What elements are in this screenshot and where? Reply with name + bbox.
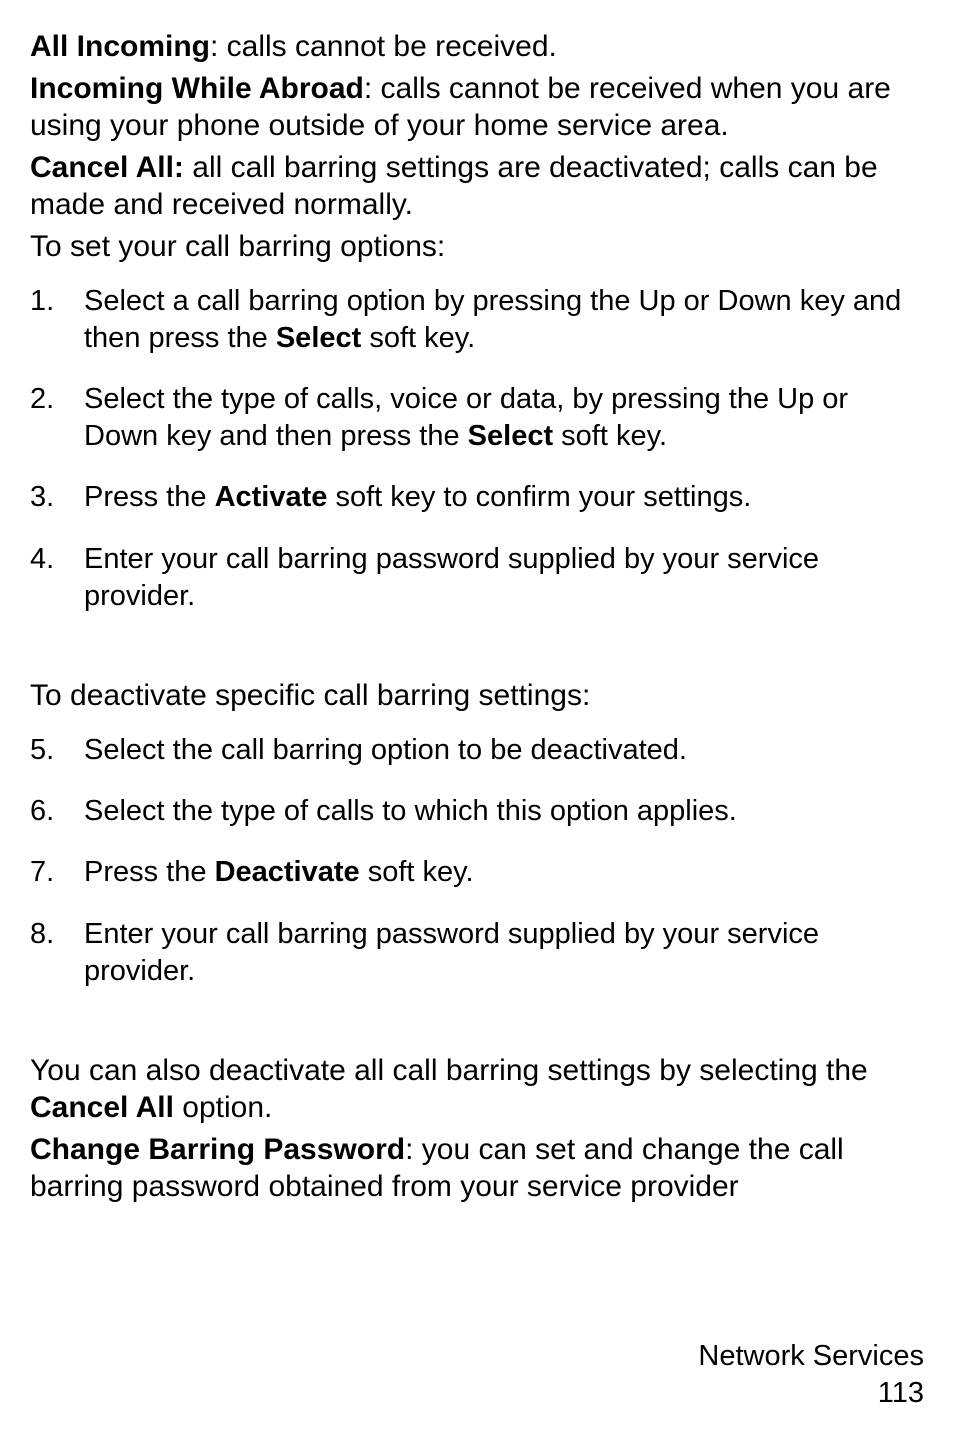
body-text: soft key.	[553, 420, 667, 452]
bold-text: Deactivate	[215, 856, 360, 888]
body-text: You can also deactivate all call barring…	[30, 1054, 868, 1087]
list-item: 6. Select the type of calls to which thi…	[30, 793, 924, 830]
body-text: soft key.	[361, 322, 475, 354]
list-item: 2. Select the type of calls, voice or da…	[30, 381, 924, 455]
paragraph-all-incoming: All Incoming: calls cannot be received.	[30, 28, 924, 66]
body-text: Press the	[84, 856, 215, 888]
body-text: soft key.	[360, 856, 474, 888]
list-item: 4. Enter your call barring password supp…	[30, 541, 924, 615]
paragraph-to-set: To set your call barring options:	[30, 228, 924, 266]
list-number: 7.	[30, 854, 54, 891]
paragraph-incoming-abroad: Incoming While Abroad: calls cannot be r…	[30, 70, 924, 145]
list-number: 3.	[30, 479, 54, 516]
body-text: Select the call barring option to be dea…	[84, 734, 687, 766]
ordered-list-deactivate-options: 5. Select the call barring option to be …	[30, 732, 924, 990]
body-text: Enter your call barring password supplie…	[84, 918, 819, 987]
body-text: : calls cannot be received.	[210, 30, 557, 63]
list-number: 6.	[30, 793, 54, 830]
list-item: 7. Press the Deactivate soft key.	[30, 854, 924, 891]
body-text: Enter your call barring password supplie…	[84, 543, 819, 612]
paragraph-to-deactivate: To deactivate specific call barring sett…	[30, 677, 924, 715]
body-text: soft key to confirm your settings.	[327, 481, 751, 513]
bold-text: Incoming While Abroad	[30, 72, 364, 105]
paragraph-cancel-all: Cancel All: all call barring settings ar…	[30, 149, 924, 224]
footer-section-name: Network Services	[698, 1338, 924, 1376]
bold-text: Cancel All:	[30, 151, 184, 184]
list-number: 2.	[30, 381, 54, 418]
body-text: option.	[174, 1091, 272, 1124]
list-number: 8.	[30, 916, 54, 953]
list-number: 1.	[30, 283, 54, 320]
body-text: Select the type of calls to which this o…	[84, 795, 737, 827]
paragraph-also-deactivate: You can also deactivate all call barring…	[30, 1052, 924, 1127]
bold-text: Select	[468, 420, 553, 452]
list-item: 5. Select the call barring option to be …	[30, 732, 924, 769]
paragraph-change-password: Change Barring Password: you can set and…	[30, 1131, 924, 1206]
list-item: 1. Select a call barring option by press…	[30, 283, 924, 357]
ordered-list-set-options: 1. Select a call barring option by press…	[30, 283, 924, 615]
bold-text: Select	[276, 322, 361, 354]
bold-text: Cancel All	[30, 1091, 174, 1124]
list-number: 5.	[30, 732, 54, 769]
list-item: 3. Press the Activate soft key to confir…	[30, 479, 924, 516]
page-footer: Network Services 113	[698, 1338, 924, 1413]
body-text: Select the type of calls, voice or data,…	[84, 383, 848, 452]
footer-page-number: 113	[698, 1375, 924, 1413]
list-item: 8. Enter your call barring password supp…	[30, 916, 924, 990]
bold-text: Activate	[215, 481, 328, 513]
bold-text: All Incoming	[30, 30, 210, 63]
bold-text: Change Barring Password	[30, 1133, 405, 1166]
body-text: Select a call barring option by pressing…	[84, 285, 901, 354]
list-number: 4.	[30, 541, 54, 578]
body-text: Press the	[84, 481, 215, 513]
